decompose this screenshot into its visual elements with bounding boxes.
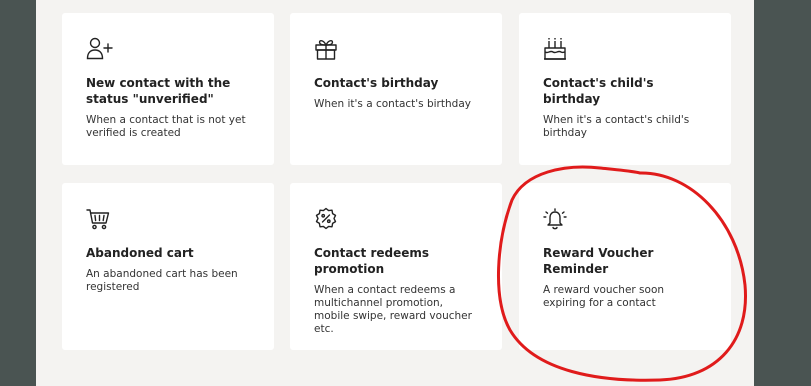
shopping-cart-icon — [86, 207, 114, 231]
trigger-card-contact-birthday[interactable]: Contact's birthday When it's a contact's… — [290, 13, 502, 165]
trigger-card-child-birthday[interactable]: Contact's child's birthday When it's a c… — [519, 13, 731, 165]
trigger-title: Contact's birthday — [314, 76, 439, 90]
trigger-panel: New contact with the status "unverified"… — [36, 0, 754, 386]
gift-icon — [314, 37, 342, 61]
trigger-description: When it's a contact's birthday — [314, 98, 471, 110]
trigger-description: When a contact that is not yet verified … — [86, 114, 246, 139]
trigger-title: Contact's child's birthday — [543, 76, 654, 106]
discount-badge-icon — [314, 207, 342, 231]
add-user-icon — [86, 37, 114, 61]
trigger-description: An abandoned cart has been registered — [86, 268, 238, 293]
trigger-title: Abandoned cart — [86, 246, 194, 260]
birthday-cake-icon — [543, 37, 571, 61]
trigger-description: When a contact redeems a multichannel pr… — [314, 284, 472, 335]
trigger-card-reward-voucher-reminder[interactable]: Reward Voucher Reminder A reward voucher… — [519, 183, 731, 350]
bell-icon — [543, 207, 571, 231]
trigger-card-redeems-promotion[interactable]: Contact redeems promotion When a contact… — [290, 183, 502, 350]
trigger-title: Reward Voucher Reminder — [543, 246, 654, 276]
trigger-description: A reward voucher soon expiring for a con… — [543, 284, 665, 309]
trigger-title: Contact redeems promotion — [314, 246, 430, 276]
trigger-description: When it's a contact's child's birthday — [543, 114, 690, 139]
trigger-card-new-contact-unverified[interactable]: New contact with the status "unverified"… — [62, 13, 274, 165]
trigger-title: New contact with the status "unverified" — [86, 76, 231, 106]
trigger-card-abandoned-cart[interactable]: Abandoned cart An abandoned cart has bee… — [62, 183, 274, 350]
